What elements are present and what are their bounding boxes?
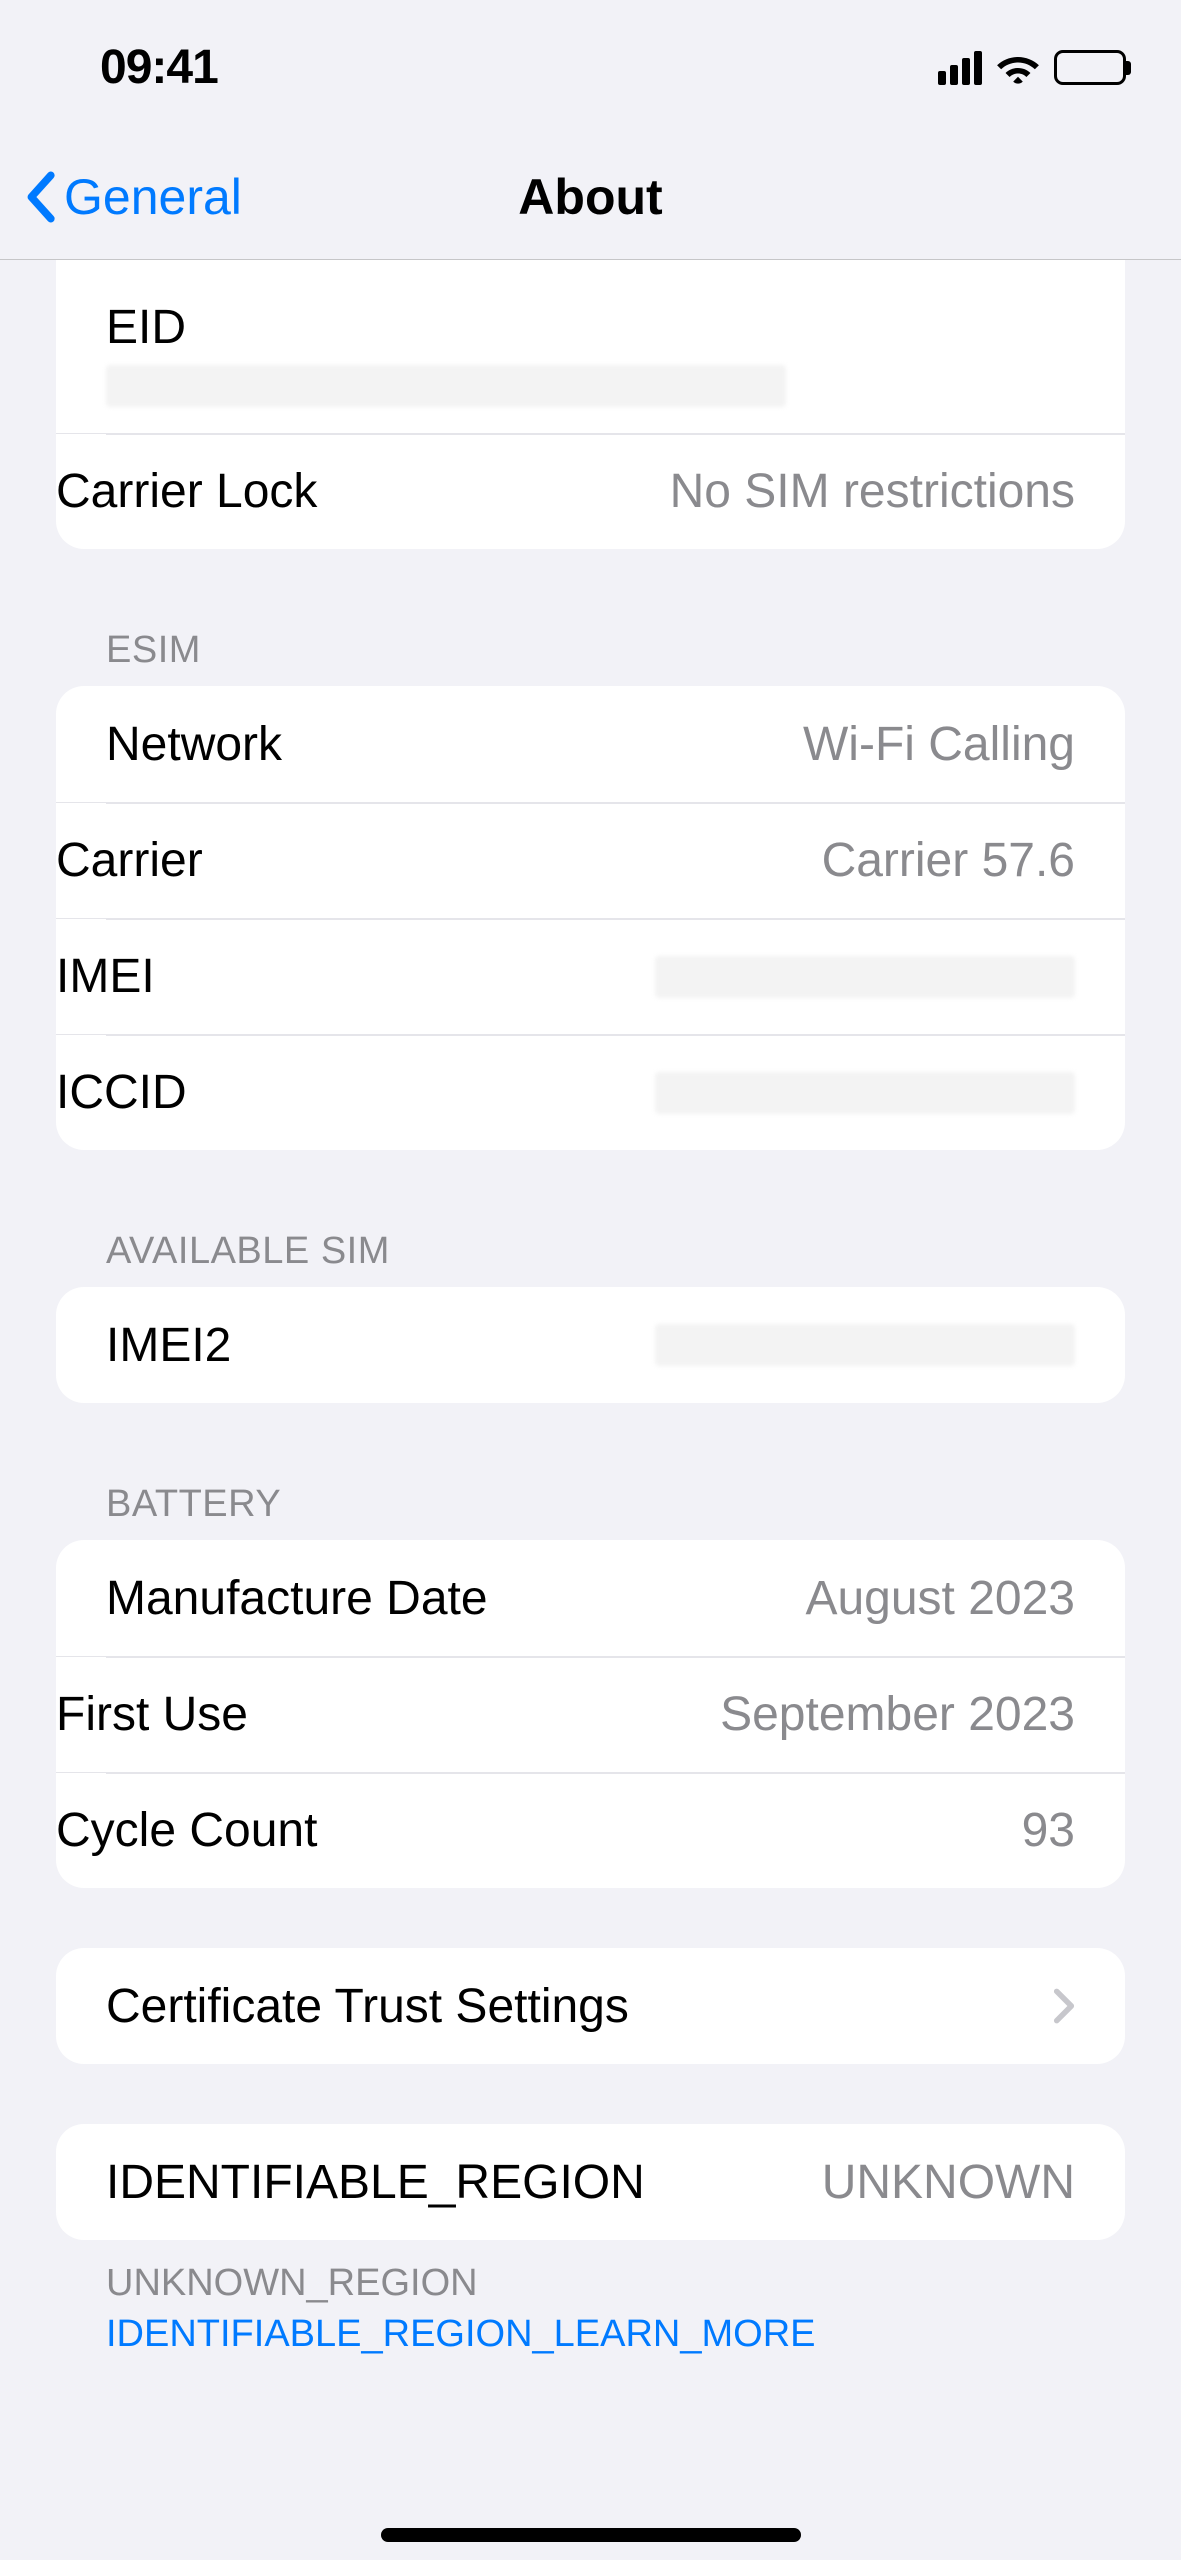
row-carrier[interactable]: Carrier Carrier 57.6 [56, 802, 1125, 918]
back-label: General [64, 168, 242, 226]
row-imei[interactable]: IMEI [56, 918, 1125, 1034]
redacted-value [655, 1072, 1075, 1114]
row-label: IDENTIFIABLE_REGION [106, 2155, 645, 2210]
group-region: IDENTIFIABLE_REGION UNKNOWN UNKNOWN_REGI… [56, 2124, 1125, 2361]
row-label: Carrier Lock [56, 464, 317, 519]
row-label: Carrier [56, 833, 203, 888]
back-button[interactable]: General [0, 168, 242, 226]
group-header: AVAILABLE SIM [56, 1210, 1125, 1287]
wifi-icon [996, 51, 1040, 85]
row-value: Carrier 57.6 [822, 833, 1075, 888]
row-label: Cycle Count [56, 1803, 317, 1858]
row-label: EID [106, 300, 186, 355]
group-available-sim: AVAILABLE SIM IMEI2 [56, 1210, 1125, 1403]
home-indicator-area [0, 2528, 1181, 2542]
status-bar: 09:41 [0, 0, 1181, 135]
group-certificate: Certificate Trust Settings [56, 1948, 1125, 2064]
group-esim: ESIM Network Wi-Fi Calling Carrier Carri… [56, 609, 1125, 1150]
cellular-signal-icon [938, 51, 982, 85]
group-header: ESIM [56, 609, 1125, 686]
chevron-left-icon [24, 171, 56, 223]
row-network[interactable]: Network Wi-Fi Calling [56, 686, 1125, 802]
row-first-use[interactable]: First Use September 2023 [56, 1656, 1125, 1772]
redacted-value [655, 1324, 1075, 1366]
row-label: Manufacture Date [106, 1571, 488, 1626]
row-value: August 2023 [805, 1571, 1075, 1626]
group-battery: BATTERY Manufacture Date August 2023 Fir… [56, 1463, 1125, 1888]
battery-icon [1054, 50, 1126, 85]
row-certificate-trust-settings[interactable]: Certificate Trust Settings [56, 1948, 1125, 2064]
group-device-ids: EID Carrier Lock No SIM restrictions [56, 260, 1125, 549]
row-label: Certificate Trust Settings [106, 1979, 629, 2034]
row-value: Wi-Fi Calling [803, 717, 1075, 772]
redacted-value [106, 365, 786, 407]
row-label: IMEI [56, 949, 155, 1004]
row-label: First Use [56, 1687, 248, 1742]
row-identifiable-region[interactable]: IDENTIFIABLE_REGION UNKNOWN [56, 2124, 1125, 2240]
row-iccid[interactable]: ICCID [56, 1034, 1125, 1150]
status-indicators [938, 50, 1126, 85]
home-indicator[interactable] [381, 2528, 801, 2542]
row-carrier-lock[interactable]: Carrier Lock No SIM restrictions [56, 433, 1125, 549]
row-manufacture-date[interactable]: Manufacture Date August 2023 [56, 1540, 1125, 1656]
chevron-right-icon [1053, 1987, 1075, 2025]
group-header: BATTERY [56, 1463, 1125, 1540]
row-eid[interactable]: EID [56, 260, 1125, 433]
footer-text: UNKNOWN_REGION [106, 2262, 478, 2304]
row-cycle-count[interactable]: Cycle Count 93 [56, 1772, 1125, 1888]
row-label: Network [106, 717, 282, 772]
redacted-value [655, 956, 1075, 998]
row-value: No SIM restrictions [670, 464, 1075, 519]
row-label: ICCID [56, 1065, 187, 1120]
navigation-bar: General About [0, 135, 1181, 260]
group-footer: UNKNOWN_REGION IDENTIFIABLE_REGION_LEARN… [56, 2240, 1125, 2361]
row-value: UNKNOWN [822, 2155, 1075, 2210]
row-imei2[interactable]: IMEI2 [56, 1287, 1125, 1403]
row-value: September 2023 [720, 1687, 1075, 1742]
row-value: 93 [1022, 1803, 1075, 1858]
learn-more-link[interactable]: IDENTIFIABLE_REGION_LEARN_MORE [106, 2313, 816, 2355]
status-time: 09:41 [100, 40, 218, 95]
row-label: IMEI2 [106, 1318, 231, 1373]
